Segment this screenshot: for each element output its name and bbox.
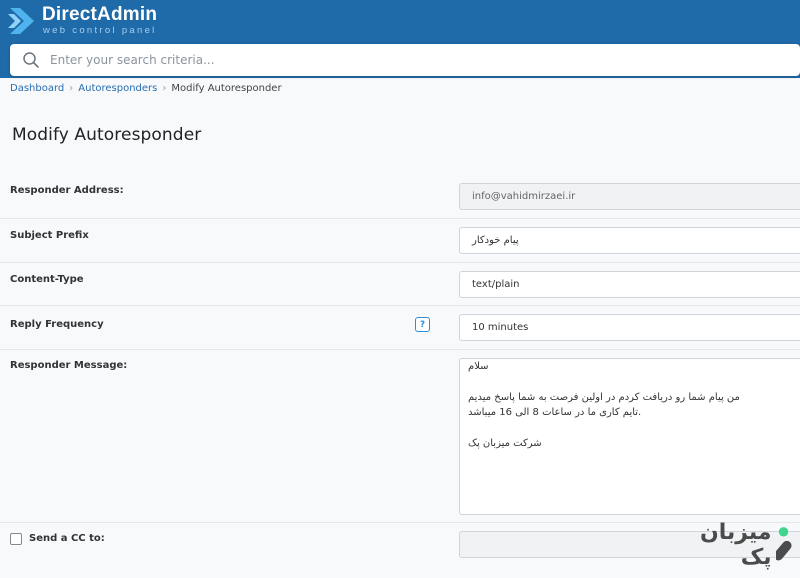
message-line-2: من پیام شما رو دریافت کردم در اولین فرصت… xyxy=(468,392,740,403)
search-bar xyxy=(10,44,800,76)
message-line-3: .تایم کاری ما در ساعات 8 الی 16 میباشد xyxy=(468,407,642,418)
directadmin-chevron-icon xyxy=(8,7,34,34)
send-cc-checkbox[interactable] xyxy=(10,533,22,545)
reply-frequency-select[interactable]: 10 minutes xyxy=(459,314,800,341)
logo-title: DirectAdmin xyxy=(42,4,158,25)
search-icon[interactable] xyxy=(22,51,40,69)
chevron-right-icon: › xyxy=(162,83,167,94)
breadcrumb-dashboard[interactable]: Dashboard xyxy=(10,83,64,94)
message-line-1: سلام xyxy=(468,361,489,372)
breadcrumb-autoresponders[interactable]: Autoresponders xyxy=(78,83,157,94)
subject-prefix-row: Subject Prefix پیام خودکار xyxy=(0,219,800,263)
mizbanpack-logo-icon xyxy=(775,527,792,561)
reply-frequency-row: Reply Frequency ? 10 minutes xyxy=(0,306,800,350)
directadmin-logo[interactable]: DirectAdmin web control panel xyxy=(8,5,157,36)
content-type-select[interactable]: text/plain xyxy=(459,271,800,298)
chevron-right-icon: › xyxy=(69,83,74,94)
content-type-row: Content-Type text/plain xyxy=(0,263,800,306)
reply-frequency-label: Reply Frequency xyxy=(10,319,104,330)
autoresponder-form: Responder Address: info@vahidmirzaei.ir … xyxy=(0,174,800,568)
subject-prefix-value: پیام خودکار xyxy=(472,235,519,246)
mizbanpack-watermark: میزبان پک xyxy=(668,520,800,570)
content-type-label: Content-Type xyxy=(10,274,84,285)
message-line-4: شرکت میزبان پک xyxy=(468,438,542,449)
breadcrumb: Dashboard › Autoresponders › Modify Auto… xyxy=(10,83,282,94)
send-cc-label: Send a CC to: xyxy=(29,533,105,544)
subject-prefix-input[interactable]: پیام خودکار xyxy=(459,227,800,254)
help-icon[interactable]: ? xyxy=(415,317,430,332)
responder-address-row: Responder Address: info@vahidmirzaei.ir xyxy=(0,174,800,219)
responder-address-label: Responder Address: xyxy=(10,185,124,196)
logo-subtitle: web control panel xyxy=(43,25,157,36)
breadcrumb-current: Modify Autoresponder xyxy=(171,83,282,94)
responder-message-row: Responder Message: سلام من پیام شما رو د… xyxy=(0,350,800,523)
search-input[interactable] xyxy=(50,53,750,67)
responder-message-label: Responder Message: xyxy=(10,360,128,371)
responder-message-textarea[interactable]: سلام من پیام شما رو دریافت کردم در اولین… xyxy=(459,358,800,515)
page-title: Modify Autoresponder xyxy=(12,125,202,145)
subject-prefix-label: Subject Prefix xyxy=(10,230,89,241)
responder-address-field: info@vahidmirzaei.ir xyxy=(459,183,800,210)
watermark-text: میزبان پک xyxy=(699,520,772,570)
